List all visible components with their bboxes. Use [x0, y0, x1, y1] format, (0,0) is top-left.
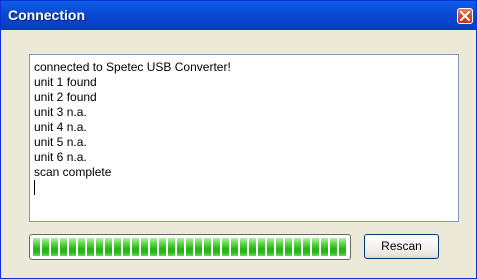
close-button[interactable] — [457, 8, 473, 24]
progress-chunk — [276, 238, 283, 256]
connection-window: Connection connected to Spetec USB Conve… — [0, 0, 477, 279]
close-icon — [460, 11, 470, 21]
progress-chunk — [285, 238, 292, 256]
progress-chunk — [204, 238, 211, 256]
rescan-button[interactable]: Rescan — [364, 234, 439, 259]
progress-chunk — [150, 238, 157, 256]
progress-chunk — [69, 238, 76, 256]
log-line: unit 2 found — [34, 90, 97, 104]
dialog-client-area: connected to Spetec USB Converter! unit … — [4, 30, 473, 277]
progress-chunk — [186, 238, 193, 256]
text-caret — [34, 180, 35, 195]
log-line: unit 4 n.a. — [34, 120, 87, 134]
progress-chunk — [249, 238, 256, 256]
progress-chunk — [51, 238, 58, 256]
progress-chunk — [330, 238, 337, 256]
log-textbox[interactable]: connected to Spetec USB Converter! unit … — [29, 54, 459, 222]
log-line: unit 5 n.a. — [34, 135, 87, 149]
progress-chunk — [258, 238, 265, 256]
progress-chunk — [132, 238, 139, 256]
log-line: scan complete — [34, 165, 112, 179]
progress-chunk — [87, 238, 94, 256]
progress-chunk — [159, 238, 166, 256]
progress-chunk — [168, 238, 175, 256]
progress-chunk — [294, 238, 301, 256]
progress-chunk — [213, 238, 220, 256]
progress-chunk — [33, 238, 40, 256]
progress-chunk — [312, 238, 319, 256]
progress-chunk — [267, 238, 274, 256]
progress-chunk — [303, 238, 310, 256]
progress-chunk — [177, 238, 184, 256]
progress-chunk — [222, 238, 229, 256]
progress-chunk — [60, 238, 67, 256]
title-bar[interactable]: Connection — [1, 1, 476, 30]
progress-chunk — [231, 238, 238, 256]
log-line: unit 3 n.a. — [34, 105, 87, 119]
progress-bar — [29, 234, 351, 260]
progress-chunk — [78, 238, 85, 256]
progress-chunk — [195, 238, 202, 256]
progress-chunk — [123, 238, 130, 256]
progress-chunk — [42, 238, 49, 256]
window-title: Connection — [8, 7, 85, 23]
log-line: unit 1 found — [34, 75, 97, 89]
progress-chunk — [114, 238, 121, 256]
progress-chunk — [321, 238, 328, 256]
progress-fill — [33, 238, 347, 256]
log-line: connected to Spetec USB Converter! — [34, 60, 231, 74]
progress-chunk — [339, 238, 346, 256]
progress-chunk — [105, 238, 112, 256]
progress-chunk — [96, 238, 103, 256]
progress-chunk — [240, 238, 247, 256]
log-line: unit 6 n.a. — [34, 150, 87, 164]
text-caret-line — [34, 180, 458, 195]
progress-chunk — [141, 238, 148, 256]
